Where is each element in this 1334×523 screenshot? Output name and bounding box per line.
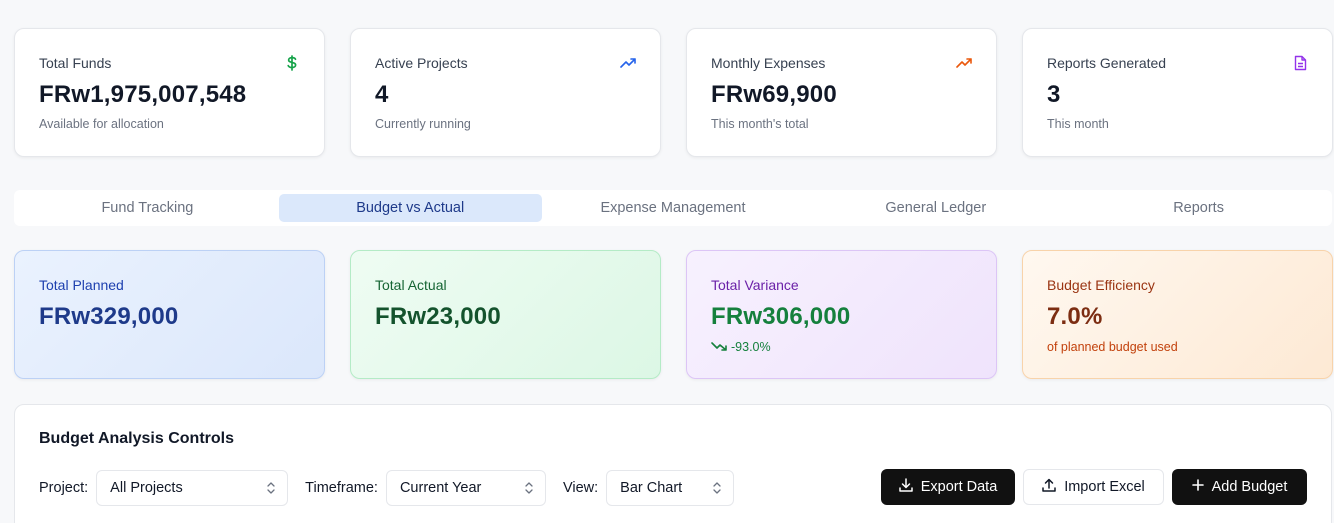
dollar-icon — [284, 55, 300, 71]
trending-up-icon — [956, 55, 972, 71]
variance-change: -93.0% — [711, 340, 972, 354]
stat-subtitle: Available for allocation — [39, 117, 164, 131]
upload-icon — [1042, 478, 1056, 496]
stats-row: Total Funds FRw1,975,007,548 Available f… — [14, 28, 1333, 157]
add-budget-button[interactable]: Add Budget — [1172, 469, 1307, 505]
stat-title: Total Funds — [39, 55, 112, 71]
tab-bar: Fund Tracking Budget vs Actual Expense M… — [14, 190, 1332, 226]
import-excel-label: Import Excel — [1064, 479, 1145, 495]
stat-title: Active Projects — [375, 55, 468, 71]
stat-value: 3 — [1047, 81, 1061, 108]
summary-card-total-planned: Total Planned FRw329,000 — [14, 250, 325, 379]
chevron-up-down-icon — [713, 481, 721, 494]
stat-title: Reports Generated — [1047, 55, 1167, 71]
trending-down-icon — [711, 340, 727, 354]
trending-up-icon — [620, 55, 636, 71]
variance-percent: -93.0% — [731, 340, 771, 354]
filter-row: Project: All Projects Timeframe: Current… — [39, 469, 735, 506]
summary-value: FRw23,000 — [375, 303, 501, 330]
add-budget-label: Add Budget — [1211, 479, 1288, 495]
stat-value: 4 — [375, 81, 389, 108]
import-excel-button[interactable]: Import Excel — [1023, 469, 1164, 505]
stat-card-reports-generated: Reports Generated 3 This month — [1022, 28, 1333, 157]
project-select[interactable]: All Projects — [96, 469, 289, 506]
chevron-up-down-icon — [267, 481, 275, 494]
chevron-up-down-icon — [525, 481, 533, 494]
action-buttons: Export Data Import Excel Add Budget — [881, 469, 1307, 505]
stat-subtitle: This month — [1047, 117, 1109, 131]
summary-value: FRw306,000 — [711, 303, 851, 330]
file-text-icon — [1292, 55, 1308, 71]
summary-card-budget-efficiency: Budget Efficiency 7.0% of planned budget… — [1022, 250, 1333, 379]
timeframe-label: Timeframe: — [305, 479, 378, 496]
stat-title: Monthly Expenses — [711, 55, 826, 71]
summary-title: Total Variance — [711, 277, 799, 293]
stat-value: FRw69,900 — [711, 81, 837, 108]
download-icon — [898, 478, 913, 496]
stat-subtitle: Currently running — [375, 117, 471, 131]
summary-card-total-variance: Total Variance FRw306,000 -93.0% — [686, 250, 997, 379]
view-select[interactable]: Bar Chart — [606, 469, 735, 506]
view-select-value: Bar Chart — [620, 479, 683, 496]
summary-title: Total Actual — [375, 277, 447, 293]
tab-fund-tracking[interactable]: Fund Tracking — [16, 194, 279, 222]
view-label: View: — [562, 479, 599, 496]
stat-card-active-projects: Active Projects 4 Currently running — [350, 28, 661, 157]
stat-value: FRw1,975,007,548 — [39, 81, 247, 108]
tab-reports[interactable]: Reports — [1067, 194, 1330, 222]
budget-analysis-controls: Budget Analysis Controls Project: All Pr… — [14, 404, 1332, 523]
stat-card-total-funds: Total Funds FRw1,975,007,548 Available f… — [14, 28, 325, 157]
summary-value: 7.0% — [1047, 303, 1103, 330]
summary-row: Total Planned FRw329,000 Total Actual FR… — [14, 250, 1333, 379]
stat-card-monthly-expenses: Monthly Expenses FRw69,900 This month's … — [686, 28, 997, 157]
project-label: Project: — [39, 479, 89, 496]
summary-card-total-actual: Total Actual FRw23,000 — [350, 250, 661, 379]
project-select-value: All Projects — [110, 479, 183, 496]
summary-title: Total Planned — [39, 277, 124, 293]
summary-value: FRw329,000 — [39, 303, 179, 330]
timeframe-select-value: Current Year — [399, 479, 482, 496]
summary-title: Budget Efficiency — [1047, 277, 1155, 293]
plus-icon — [1191, 479, 1204, 495]
controls-heading: Budget Analysis Controls — [39, 430, 234, 447]
export-data-label: Export Data — [920, 479, 998, 495]
tab-expense-management[interactable]: Expense Management — [542, 194, 805, 222]
export-data-button[interactable]: Export Data — [881, 469, 1015, 505]
stat-subtitle: This month's total — [711, 117, 809, 131]
summary-subtitle: of planned budget used — [1047, 340, 1178, 354]
timeframe-select[interactable]: Current Year — [385, 469, 546, 506]
tab-general-ledger[interactable]: General Ledger — [804, 194, 1067, 222]
tab-budget-vs-actual[interactable]: Budget vs Actual — [278, 194, 542, 222]
